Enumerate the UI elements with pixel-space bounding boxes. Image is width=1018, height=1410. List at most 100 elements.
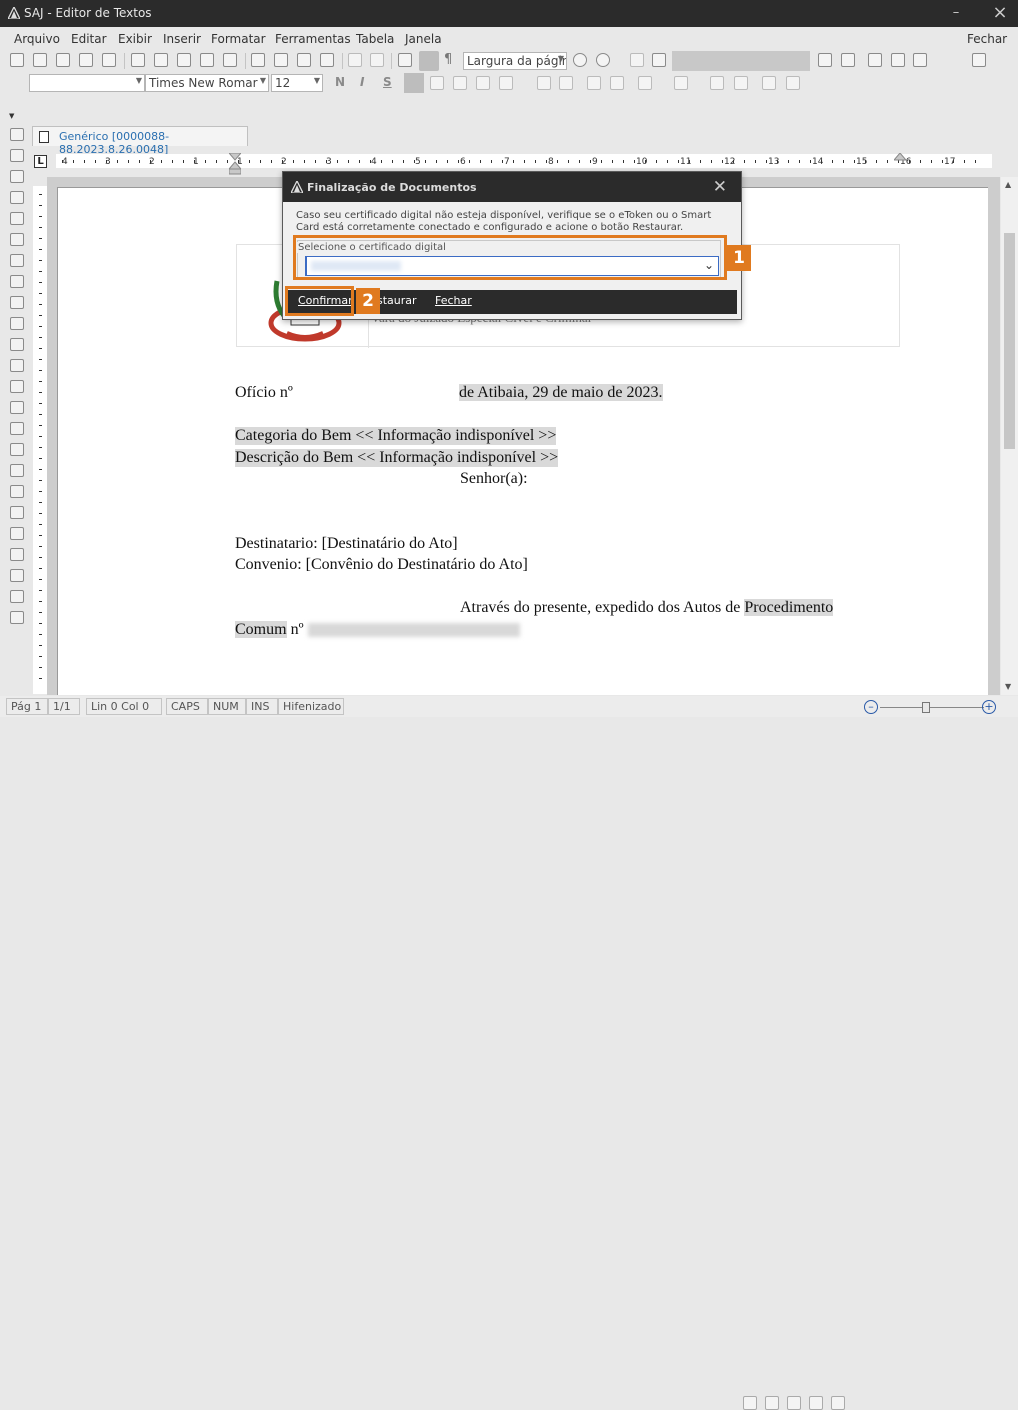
- insert-table-icon[interactable]: [630, 53, 644, 67]
- undo-icon[interactable]: [348, 53, 362, 67]
- side-tool-icon[interactable]: [10, 527, 24, 540]
- side-tool-icon[interactable]: [10, 548, 24, 561]
- toolbar-overflow-icon[interactable]: ▼: [9, 112, 14, 120]
- side-tool-icon[interactable]: [10, 359, 24, 372]
- side-tool-icon[interactable]: [10, 149, 24, 162]
- font-select[interactable]: Times New Romar ▼: [145, 74, 269, 92]
- tree-icon[interactable]: [891, 53, 905, 67]
- restore-button[interactable]: staurar: [377, 294, 417, 307]
- underline-button[interactable]: S: [383, 75, 392, 89]
- redo-icon[interactable]: [370, 53, 384, 67]
- side-tool-icon[interactable]: [10, 443, 24, 456]
- align-left-button[interactable]: [404, 73, 424, 93]
- spellcheck-icon[interactable]: [200, 53, 214, 67]
- right-indent-marker-icon[interactable]: [894, 153, 906, 167]
- side-tool-icon[interactable]: [10, 338, 24, 351]
- horizontal-ruler[interactable]: 4 3 2 1 1 2 3 4 5 6 7 8 9 10 11 12 13 14 15 16 17: [56, 154, 992, 168]
- menu-editar[interactable]: Editar: [71, 32, 107, 46]
- side-tool-icon[interactable]: [10, 170, 24, 183]
- tab-stop-selector[interactable]: L: [34, 155, 47, 168]
- italic-button[interactable]: I: [360, 75, 364, 89]
- change-case-icon[interactable]: [762, 76, 776, 90]
- view-page-icon[interactable]: [765, 1396, 779, 1410]
- dialog-close-icon[interactable]: ✕: [713, 177, 727, 197]
- side-tool-icon[interactable]: [10, 275, 24, 288]
- columns-icon[interactable]: [818, 53, 832, 67]
- side-tool-icon[interactable]: [10, 569, 24, 582]
- paste-icon[interactable]: [297, 53, 311, 67]
- side-tool-icon[interactable]: [10, 380, 24, 393]
- menu-arquivo[interactable]: Arquivo: [14, 32, 60, 46]
- font-size-down-icon[interactable]: [734, 76, 748, 90]
- zoom-out-icon[interactable]: [573, 53, 587, 67]
- justify-icon[interactable]: [476, 76, 490, 90]
- align-right-icon[interactable]: [453, 76, 467, 90]
- print-preview-icon[interactable]: [154, 53, 168, 67]
- bullets-icon[interactable]: [537, 76, 551, 90]
- print-icon[interactable]: [131, 53, 145, 67]
- font-color-icon[interactable]: [674, 76, 688, 90]
- menu-inserir[interactable]: Inserir: [163, 32, 201, 46]
- view-normal-icon[interactable]: [743, 1396, 757, 1410]
- view-two-pages-icon[interactable]: [787, 1396, 801, 1410]
- scroll-up-icon[interactable]: ▲: [1005, 180, 1011, 189]
- zoom-in-button[interactable]: +: [982, 700, 996, 714]
- scrollbar-thumb[interactable]: [1004, 233, 1015, 449]
- style-select[interactable]: ▼: [29, 74, 145, 92]
- cut-icon[interactable]: [251, 53, 265, 67]
- highlight-icon[interactable]: [638, 76, 652, 90]
- align-center-icon[interactable]: [430, 76, 444, 90]
- indent-marker-icon[interactable]: [229, 153, 241, 175]
- blank-page-icon[interactable]: [33, 53, 47, 67]
- side-tool-icon[interactable]: [10, 485, 24, 498]
- side-tool-icon[interactable]: [10, 422, 24, 435]
- side-tool-icon[interactable]: [10, 191, 24, 204]
- list-icon[interactable]: [913, 53, 927, 67]
- side-tool-icon[interactable]: [10, 254, 24, 267]
- side-tool-icon[interactable]: [10, 296, 24, 309]
- open-icon[interactable]: [79, 53, 93, 67]
- numbering-icon[interactable]: [559, 76, 573, 90]
- zoom-in-icon[interactable]: [596, 53, 610, 67]
- side-tool-icon[interactable]: [10, 506, 24, 519]
- view-mode-select[interactable]: Largura da págin ▼: [463, 52, 567, 70]
- table-icon[interactable]: [398, 53, 412, 67]
- close-document-link[interactable]: Fechar: [967, 32, 1007, 46]
- minimize-button[interactable]: –: [944, 2, 968, 24]
- view-web-icon[interactable]: [831, 1396, 845, 1410]
- vertical-scrollbar[interactable]: ▲ ▼: [1001, 177, 1018, 695]
- side-tool-icon[interactable]: [10, 317, 24, 330]
- scroll-down-icon[interactable]: ▼: [1005, 682, 1011, 691]
- close-window-button[interactable]: ×: [988, 2, 1012, 24]
- save-icon[interactable]: [102, 53, 116, 67]
- menu-ferramentas[interactable]: Ferramentas: [275, 32, 351, 46]
- side-tool-icon[interactable]: [10, 611, 24, 624]
- side-tool-icon[interactable]: [10, 212, 24, 225]
- view-outline-icon[interactable]: [809, 1396, 823, 1410]
- spell-icon[interactable]: [223, 53, 237, 67]
- zoom-out-button[interactable]: –: [864, 700, 878, 714]
- close-dialog-button[interactable]: Fechar: [435, 294, 472, 307]
- side-tool-icon[interactable]: [10, 401, 24, 414]
- menu-exibir[interactable]: Exibir: [118, 32, 152, 46]
- font-size-up-icon[interactable]: [710, 76, 724, 90]
- outdent-icon[interactable]: [587, 76, 601, 90]
- clear-format-icon[interactable]: [786, 76, 800, 90]
- zoom-slider-track[interactable]: [880, 707, 984, 708]
- side-tool-icon[interactable]: [10, 464, 24, 477]
- bold-button[interactable]: N: [335, 75, 345, 89]
- side-tool-icon[interactable]: [10, 233, 24, 246]
- side-tool-icon[interactable]: [10, 128, 24, 141]
- open-folder-icon[interactable]: [56, 53, 70, 67]
- format-painter-icon[interactable]: [320, 53, 334, 67]
- print-setup-icon[interactable]: [177, 53, 191, 67]
- line-spacing-icon[interactable]: [499, 76, 513, 90]
- new-doc-icon[interactable]: [10, 53, 24, 67]
- copy-icon[interactable]: [274, 53, 288, 67]
- more-icon[interactable]: [972, 53, 986, 67]
- side-tool-icon[interactable]: [10, 590, 24, 603]
- borders-icon[interactable]: [419, 51, 439, 71]
- split-icon[interactable]: [841, 53, 855, 67]
- merge-icon[interactable]: [868, 53, 882, 67]
- menu-formatar[interactable]: Formatar: [211, 32, 266, 46]
